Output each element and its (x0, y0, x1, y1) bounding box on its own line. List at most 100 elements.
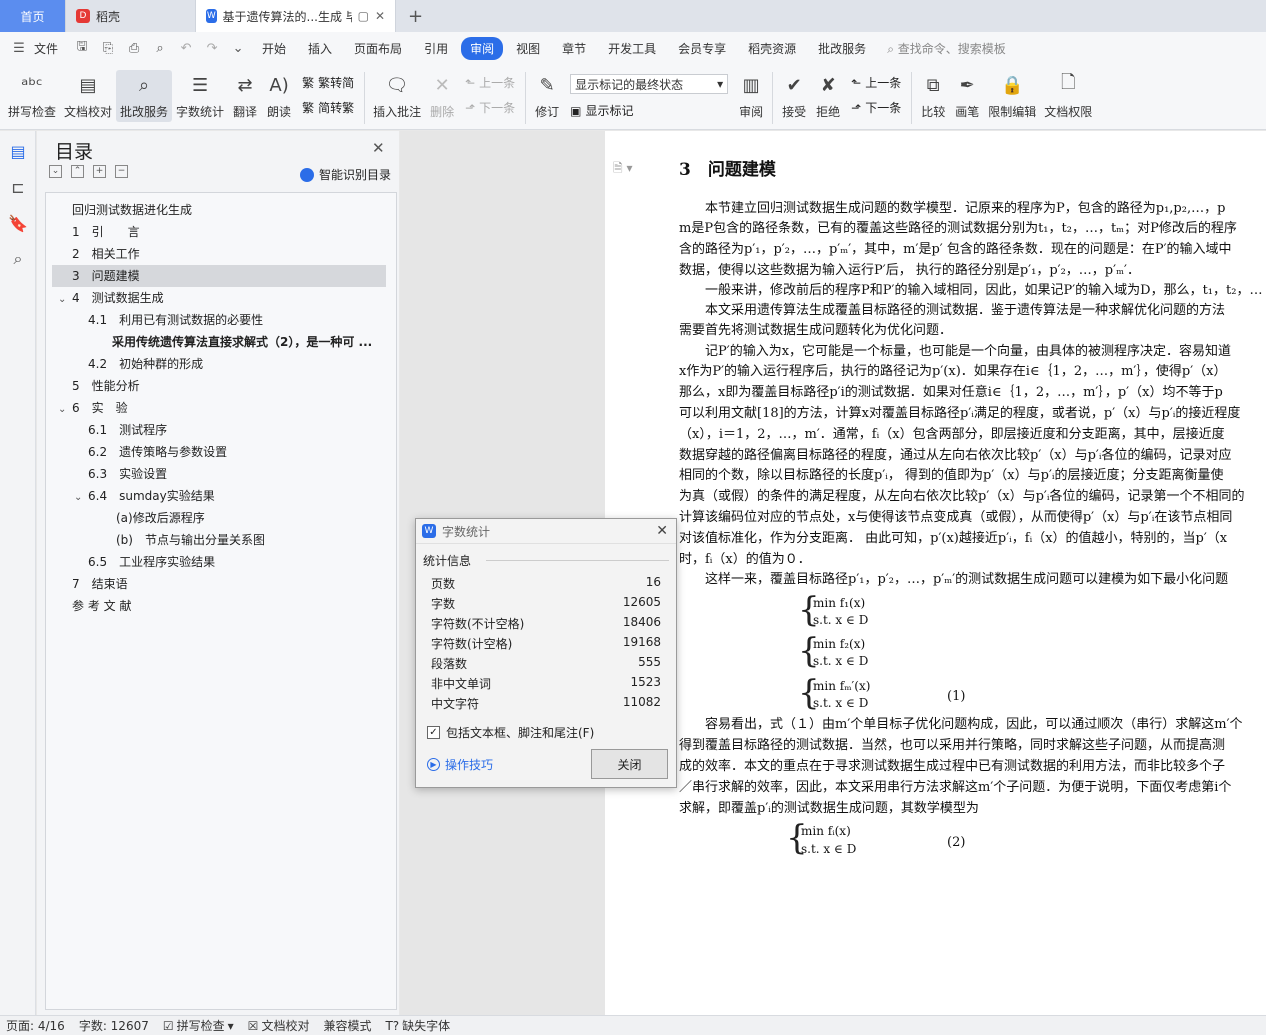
toc-item[interactable]: 6.5 工业程序实验结果 (88, 551, 215, 573)
missing-font-status[interactable]: T? 缺失字体 (385, 1017, 450, 1034)
spell-check-status[interactable]: ☑ 拼写检查 ▾ (163, 1017, 234, 1034)
close-tab-icon[interactable]: ✕ (375, 9, 385, 23)
track-changes-button[interactable]: ✎ 修订 (530, 70, 564, 122)
stat-value: 1523 (630, 675, 661, 689)
toc-item[interactable]: ⌄ 4 测试数据生成 (58, 287, 164, 309)
customize-icon[interactable]: ⌄ (227, 39, 249, 57)
search-icon: ⌕ (887, 41, 898, 56)
toc-item[interactable]: 2 相关工作 (72, 243, 140, 265)
compare-button[interactable]: ⧉ 比较 (916, 70, 950, 122)
restrict-editing-button[interactable]: 🔒 限制编辑 (984, 70, 1040, 122)
menu-review[interactable]: 审阅 (461, 36, 504, 60)
close-button[interactable]: 关闭 (591, 749, 668, 779)
toc-item[interactable]: 6.3 实验设置 (88, 463, 167, 485)
menu-insert[interactable]: 插入 (299, 37, 341, 60)
include-footnotes-checkbox[interactable]: ✓ 包括文本框、脚注和尾注(F) (427, 724, 594, 741)
word-count-indicator[interactable]: 字数: 12607 (79, 1017, 149, 1034)
toc-item[interactable]: ⌄ 6.4 sumday实验结果 (74, 485, 215, 507)
document-rights-button[interactable]: 🗋 文档权限 (1040, 70, 1096, 122)
menu-file[interactable]: 文件 (34, 37, 67, 60)
menu-start[interactable]: 开始 (253, 37, 295, 60)
toc-item[interactable]: 采用传统遗传算法直接求解式（2），是一种可 ... (112, 331, 372, 353)
section-panel-icon[interactable]: ⊏ (0, 169, 36, 205)
next-change-button[interactable]: ⬏ 下一条 (851, 99, 901, 116)
toc-item[interactable]: 6.2 遗传策略与参数设置 (88, 441, 227, 463)
menu-member[interactable]: 会员专享 (669, 37, 735, 60)
chevron-down-icon[interactable]: ⌄ (58, 289, 72, 311)
menu-daoke-resource[interactable]: 稻壳资源 (739, 37, 805, 60)
simp-to-trad-button[interactable]: 繁简转繁 (302, 99, 354, 116)
tab-home[interactable]: 首页 (0, 0, 66, 32)
smart-toc-button[interactable]: 智能识别目录 (300, 166, 391, 183)
body-line: x作为P′的输入运行程序后，执行的路径记为p′(x)．如果存在i∈｛1，2，…，… (679, 364, 1227, 379)
spell-check-button[interactable]: ᵃᵇᶜ 拼写检查 (4, 70, 60, 122)
review-pane-button[interactable]: ▥ 审阅 (734, 70, 768, 122)
new-tab-button[interactable]: + (396, 0, 435, 32)
toc-item[interactable]: 5 性能分析 (72, 375, 140, 397)
toc-panel-icon[interactable]: ▤ (0, 133, 36, 169)
save-icon[interactable]: 🖫 (71, 39, 93, 57)
close-icon[interactable]: ✕ (372, 139, 385, 157)
bookmark-icon[interactable]: 🔖 (0, 205, 36, 241)
toc-item[interactable]: 回归测试数据进化生成 (72, 199, 192, 221)
hamburger-icon[interactable]: ☰ (8, 39, 30, 57)
chevron-down-icon[interactable]: ⌄ (74, 487, 88, 509)
print-icon[interactable]: ⎙ (123, 39, 145, 57)
document-outline-icon[interactable]: 🗎 ▾ (613, 159, 633, 180)
toc-item[interactable]: 参 考 文 献 (72, 595, 131, 617)
toc-item-selected[interactable]: 3 问题建模 (52, 265, 386, 287)
next-comment-button[interactable]: ⬏ 下一条 (465, 99, 515, 116)
menu-reference[interactable]: 引用 (415, 37, 457, 60)
command-search[interactable]: ⌕ 查找命令、搜索模板 (887, 40, 1006, 57)
export-icon[interactable]: ⎘ (97, 39, 119, 57)
find-icon[interactable]: ⌕ (0, 241, 36, 277)
restore-icon[interactable]: ▢ (358, 9, 369, 23)
menu-chapter[interactable]: 章节 (553, 37, 595, 60)
undo-icon[interactable]: ↶ (175, 39, 197, 57)
redo-icon[interactable]: ↷ (201, 39, 223, 57)
toc-item[interactable]: (b) 节点与输出分量关系图 (116, 529, 265, 551)
tab-document[interactable]: W 基于遗传算法的...生成 毕业论文 ▢ ✕ (196, 0, 396, 32)
tab-daoke[interactable]: D 稻壳 (66, 0, 196, 32)
dialog-header[interactable]: W 字数统计 (416, 519, 676, 544)
menu-layout[interactable]: 页面布局 (345, 37, 411, 60)
trad-to-simp-button[interactable]: 繁繁转简 (302, 74, 354, 91)
menu-review-service[interactable]: 批改服务 (809, 37, 875, 60)
print-preview-icon[interactable]: ⌕ (149, 39, 171, 57)
translate-button[interactable]: ⇄ 翻译 (228, 70, 262, 122)
expand-all-icon[interactable]: ⌄ (49, 165, 62, 178)
page-indicator[interactable]: 页面: 4/16 (6, 1017, 65, 1034)
toc-item[interactable]: (a)修改后源程序 (116, 507, 205, 529)
pen-button[interactable]: ✒ 画笔 (950, 70, 984, 122)
toc-item[interactable]: 6.1 测试程序 (88, 419, 167, 441)
proofread-button[interactable]: ▤ 文档校对 (60, 70, 116, 122)
delete-comment-button[interactable]: ✕ 删除 (425, 70, 459, 122)
proofread-status[interactable]: ☒ 文档校对 (248, 1017, 310, 1034)
prev-change-button[interactable]: ⬑ 上一条 (851, 74, 901, 91)
add-heading-icon[interactable]: + (93, 165, 106, 178)
prev-comment-button[interactable]: ⬑ 上一条 (465, 74, 515, 91)
reject-button[interactable]: ✘ 拒绝 (811, 70, 845, 122)
menu-developer[interactable]: 开发工具 (599, 37, 665, 60)
accept-button[interactable]: ✔ 接受 (777, 70, 811, 122)
read-aloud-button[interactable]: A) 朗读 (262, 70, 296, 122)
toc-item[interactable]: 4.1 利用已有测试数据的必要性 (88, 309, 263, 331)
chevron-down-icon[interactable]: ⌄ (58, 399, 72, 421)
toc-item[interactable]: 1 引 言 (72, 221, 140, 243)
tips-link[interactable]: ▶ 操作技巧 (427, 756, 493, 773)
toc-item-label: 6.3 实验设置 (88, 467, 168, 481)
collapse-all-icon[interactable]: ⌃ (71, 165, 84, 178)
toc-item[interactable]: ⌄ 6 实 验 (58, 397, 128, 419)
compat-mode-status[interactable]: 兼容模式 (323, 1017, 371, 1034)
menu-view[interactable]: 视图 (507, 37, 549, 60)
insert-comment-button[interactable]: 🗨 插入批注 (369, 70, 425, 122)
toc-item[interactable]: 7 结束语 (72, 573, 128, 595)
close-icon[interactable]: ✕ (656, 523, 668, 539)
review-service-button[interactable]: ⌕ 批改服务 (116, 70, 173, 122)
toc-item[interactable]: 4.2 初始种群的形成 (88, 353, 203, 375)
remove-heading-icon[interactable]: − (115, 165, 128, 178)
word-count-button[interactable]: ☰ 字数统计 (172, 70, 228, 122)
show-markup-button[interactable]: ▣ 显示标记 (570, 102, 728, 119)
document-page[interactable]: 🗎 ▾ 3 问题建模 本节建立回归测试数据生成问题的数学模型．记原来的程序为P，… (605, 131, 1266, 1015)
markup-mode-select[interactable]: 显示标记的最终状态 ▾ (570, 74, 729, 94)
